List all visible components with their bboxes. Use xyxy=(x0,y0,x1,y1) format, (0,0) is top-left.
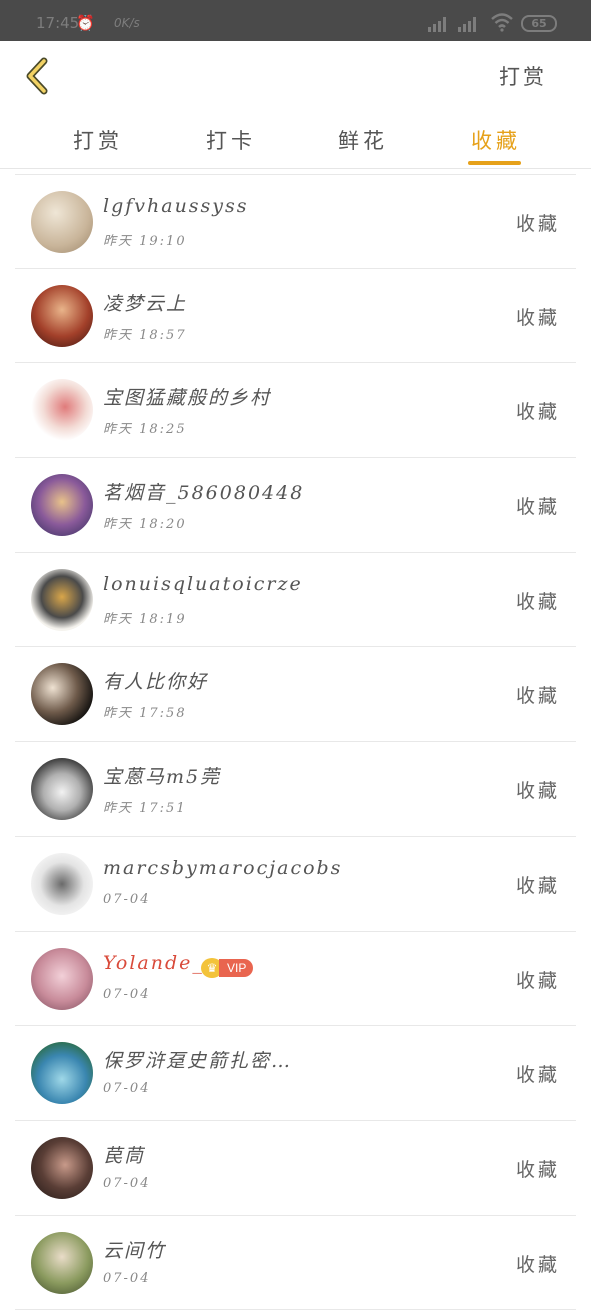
favorite-label: 收藏 xyxy=(515,1253,560,1276)
user-name: 有人比你好 xyxy=(103,671,209,694)
favorite-label: 收藏 xyxy=(515,401,560,424)
signal-icon xyxy=(428,16,450,32)
list-item[interactable]: 茗烟音_586080448 昨天 18:20 收藏 xyxy=(15,458,576,553)
user-name: Yolande_ xyxy=(103,951,204,974)
favorite-label: 收藏 xyxy=(515,780,560,803)
list-item[interactable]: 苠茼 07-04 收藏 xyxy=(15,1121,576,1216)
status-bar: 17:45 ⏰ 0K/s 65 xyxy=(0,0,591,41)
avatar[interactable] xyxy=(31,947,93,1010)
avatar[interactable] xyxy=(31,758,93,821)
user-name: 宝图猛藏般的乡村 xyxy=(103,387,272,410)
reward-button[interactable]: 打赏 xyxy=(499,61,547,91)
user-name: 凌梦云上 xyxy=(103,292,188,315)
favorite-label: 收藏 xyxy=(515,306,560,329)
avatar[interactable] xyxy=(31,663,93,726)
favorite-label: 收藏 xyxy=(515,213,560,235)
favorites-list: lgfvhaussyss 昨天 19:10 收藏 凌梦云上 昨天 18:57 收… xyxy=(15,174,576,1310)
avatar[interactable] xyxy=(31,852,93,915)
list-item[interactable]: 凌梦云上 昨天 18:57 收藏 xyxy=(15,269,576,364)
timestamp: 07-04 xyxy=(103,986,151,1002)
signal-hd-icon xyxy=(458,16,480,32)
list-item[interactable]: Yolande_ ♛ VIP 07-04 收藏 xyxy=(15,932,576,1027)
user-name: 苠茼 xyxy=(103,1144,146,1167)
avatar[interactable] xyxy=(31,191,93,253)
user-name: 云间竹 xyxy=(103,1239,167,1262)
timestamp: 昨天 18:20 xyxy=(103,517,187,533)
vip-label: VIP xyxy=(219,958,254,977)
avatar[interactable] xyxy=(31,284,93,347)
nav-bar: 打赏 xyxy=(0,41,591,111)
user-name: marcsbymarocjacobs xyxy=(103,856,343,879)
list-item[interactable]: lgfvhaussyss 昨天 19:10 收藏 xyxy=(15,174,576,269)
timestamp: 07-04 xyxy=(103,1175,151,1191)
user-name: lgfvhaussyss xyxy=(103,195,249,217)
avatar[interactable] xyxy=(31,1231,93,1294)
tab-flowers[interactable]: 鲜花 xyxy=(338,125,388,155)
favorite-label: 收藏 xyxy=(515,969,560,992)
timestamp: 昨天 17:58 xyxy=(103,706,187,722)
network-speed: 0K/s xyxy=(114,16,140,30)
list-item[interactable]: 云间竹 07-04 收藏 xyxy=(15,1216,576,1310)
user-name: 茗烟音_586080448 xyxy=(103,482,305,505)
user-name: 保罗浒趸史箭扎密… xyxy=(103,1050,293,1073)
tab-checkin[interactable]: 打卡 xyxy=(206,125,256,155)
wifi-icon xyxy=(491,13,513,32)
tab-bar: 打赏 打卡 鲜花 收藏 xyxy=(0,111,591,169)
favorite-label: 收藏 xyxy=(515,1064,560,1087)
alarm-icon: ⏰ xyxy=(76,14,95,32)
status-time: 17:45 xyxy=(36,14,80,32)
list-item[interactable]: 保罗浒趸史箭扎密… 07-04 收藏 xyxy=(15,1026,576,1121)
favorite-label: 收藏 xyxy=(515,496,560,519)
timestamp: 07-04 xyxy=(103,1081,151,1097)
favorite-label: 收藏 xyxy=(515,685,560,708)
back-arrow-icon[interactable] xyxy=(20,55,56,97)
avatar[interactable] xyxy=(31,1042,93,1105)
avatar[interactable] xyxy=(31,1136,93,1199)
user-name: lonuisqluatoicrze xyxy=(103,572,303,595)
tab-reward[interactable]: 打赏 xyxy=(73,125,123,155)
tab-favorites[interactable]: 收藏 xyxy=(471,125,521,155)
list-item[interactable]: 有人比你好 昨天 17:58 收藏 xyxy=(15,647,576,743)
timestamp: 昨天 18:19 xyxy=(103,611,187,627)
timestamp: 07-04 xyxy=(103,1270,151,1286)
favorite-label: 收藏 xyxy=(515,590,560,613)
list-item[interactable]: 宝蒽马m5莞 昨天 17:51 收藏 xyxy=(15,742,576,837)
list-item[interactable]: 宝图猛藏般的乡村 昨天 18:25 收藏 xyxy=(15,363,576,459)
list-item[interactable]: marcsbymarocjacobs 07-04 收藏 xyxy=(15,837,576,932)
timestamp: 昨天 19:10 xyxy=(103,234,187,249)
avatar[interactable] xyxy=(31,379,93,442)
avatar[interactable] xyxy=(31,568,93,631)
avatar[interactable] xyxy=(31,474,93,537)
favorite-label: 收藏 xyxy=(515,1158,560,1181)
timestamp: 昨天 18:25 xyxy=(103,422,187,438)
timestamp: 昨天 17:51 xyxy=(103,801,187,817)
timestamp: 昨天 18:57 xyxy=(103,327,187,343)
battery-icon: 65 xyxy=(521,15,557,32)
user-name: 宝蒽马m5莞 xyxy=(103,766,222,789)
active-tab-indicator xyxy=(468,161,521,165)
list-item[interactable]: lonuisqluatoicrze 昨天 18:19 收藏 xyxy=(15,553,576,648)
vip-badge: ♛ VIP xyxy=(201,957,254,978)
timestamp: 07-04 xyxy=(103,891,151,907)
favorite-label: 收藏 xyxy=(515,874,560,897)
